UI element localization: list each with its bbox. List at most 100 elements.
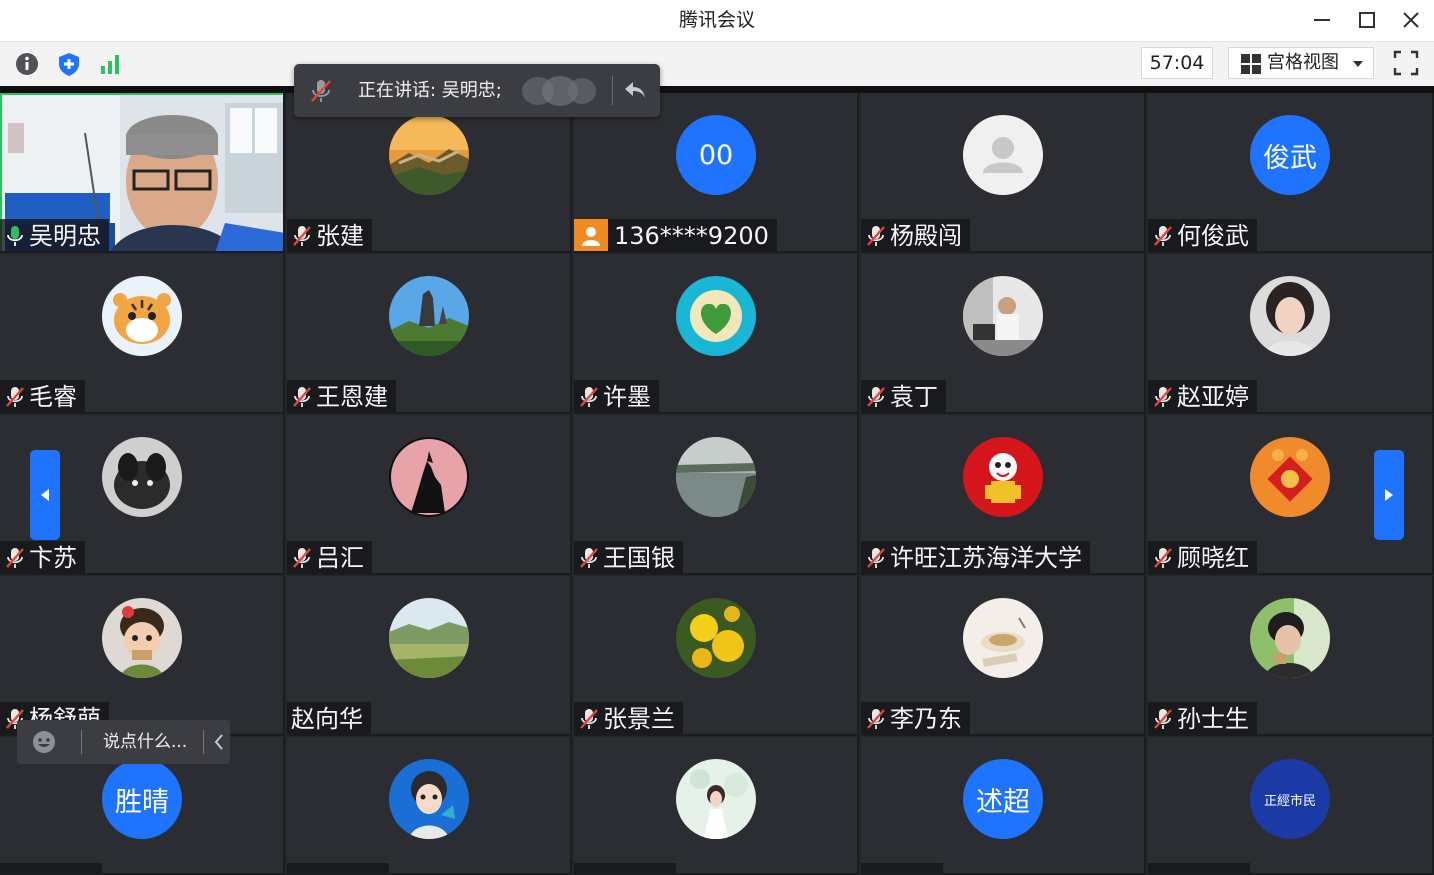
participant-name: 赵向华	[291, 705, 363, 733]
participant-tile[interactable]: 00 136****9200	[574, 93, 859, 253]
participant-tile[interactable]: 许旺江苏海洋大学	[861, 415, 1146, 575]
speaking-label: 正在讲话: 吴明忠;	[358, 80, 502, 101]
avatar-cartoon-red	[963, 437, 1043, 517]
participant-name: 张景兰	[603, 705, 675, 733]
participant-name: 赵亚婷	[1177, 383, 1249, 411]
avatar-river	[676, 437, 756, 517]
participant-tile[interactable]: 赵向华	[287, 576, 572, 736]
shield-icon	[59, 53, 79, 76]
participant-namebar: 卞苏	[0, 541, 85, 573]
security-button[interactable]	[55, 51, 83, 77]
participant-name: 王国银	[603, 544, 675, 572]
fullscreen-button[interactable]	[1390, 47, 1422, 79]
signal-bars-icon	[101, 55, 119, 74]
mic-muted-icon	[4, 546, 26, 570]
participant-name: 吴明忠	[29, 222, 101, 250]
participant-name: 杨殿闯	[890, 222, 962, 250]
participant-tile[interactable]: 孙士生	[1148, 576, 1434, 736]
avatar-fu-tiger	[1250, 437, 1330, 517]
avatar-woman-portrait	[1250, 276, 1330, 356]
blurred-names	[522, 76, 596, 106]
mic-muted-icon	[1152, 224, 1174, 248]
participant-tile[interactable]: 袁丁	[861, 254, 1146, 414]
participant-namebar: 孙士生	[1148, 702, 1257, 734]
participant-tile[interactable]: 王国银	[574, 415, 859, 575]
mic-muted-icon	[1152, 385, 1174, 409]
participant-tile[interactable]	[574, 737, 859, 875]
participant-tile[interactable]: 毛睿	[0, 254, 285, 414]
network-status-button[interactable]	[97, 51, 125, 77]
participant-tile[interactable]: 许墨	[574, 254, 859, 414]
participant-tile[interactable]: 杨殿闯	[861, 93, 1146, 253]
avatar-grassland	[389, 598, 469, 678]
mic-muted-icon	[865, 546, 887, 570]
chat-placeholder[interactable]: 说点什么...	[103, 720, 187, 764]
participant-name: 毛睿	[29, 383, 77, 411]
participant-tile[interactable]: 赵亚婷	[1148, 254, 1434, 414]
participant-tile[interactable]: 俊武 何俊武	[1148, 93, 1434, 253]
avatar-man-at-desk	[963, 276, 1043, 356]
avatar-text: 胜晴	[102, 759, 182, 839]
chevron-left-icon	[41, 489, 49, 501]
collapse-button[interactable]	[622, 78, 648, 107]
participant-namebar	[861, 863, 943, 873]
emoji-button[interactable]	[31, 729, 57, 760]
participant-name: 136****9200	[614, 222, 769, 250]
participant-name: 李乃东	[890, 705, 962, 733]
participant-namebar: 何俊武	[1148, 219, 1257, 251]
divider	[612, 76, 613, 105]
avatar-default-person	[963, 115, 1043, 195]
smiley-icon	[33, 731, 55, 753]
participant-tile[interactable]: 杨舒萌	[0, 576, 285, 736]
divider	[203, 730, 204, 754]
participant-namebar: 杨殿闯	[861, 219, 970, 251]
participant-tile[interactable]: 李乃东	[861, 576, 1146, 736]
participant-tile[interactable]: 张景兰	[574, 576, 859, 736]
mic-muted-icon	[4, 385, 26, 409]
next-page-button[interactable]	[1374, 450, 1404, 540]
view-mode-label: 宫格视图	[1267, 52, 1339, 73]
avatar-mountain	[389, 276, 469, 356]
participant-tile[interactable]	[287, 737, 572, 875]
participant-tile[interactable]: 正經市民	[1148, 737, 1434, 875]
participant-namebar: 王恩建	[287, 380, 396, 412]
maximize-button[interactable]	[1352, 6, 1382, 34]
participant-tile[interactable]: 述超	[861, 737, 1146, 875]
previous-page-button[interactable]	[30, 450, 60, 540]
participant-namebar: 王国银	[574, 541, 683, 573]
participant-namebar: 136****9200	[574, 219, 777, 251]
participant-tile[interactable]: 吴明忠	[0, 93, 285, 253]
meeting-timer: 57:04	[1141, 47, 1213, 79]
participant-namebar: 张建	[287, 219, 372, 251]
minimize-button[interactable]	[1307, 6, 1337, 34]
speaking-indicator: 正在讲话: 吴明忠;	[294, 64, 660, 117]
participant-namebar: 许旺江苏海洋大学	[861, 541, 1090, 573]
avatar-cartoon-girl	[102, 598, 182, 678]
phone-user-icon	[574, 219, 608, 251]
mic-muted-icon	[865, 224, 887, 248]
mic-muted-icon	[1152, 707, 1174, 731]
mic-muted-icon[interactable]	[308, 78, 334, 109]
info-button[interactable]	[13, 51, 41, 77]
participant-namebar: 顾晓红	[1148, 541, 1257, 573]
participant-name: 顾晓红	[1177, 544, 1249, 572]
participant-tile[interactable]: 吕汇	[287, 415, 572, 575]
participant-name: 何俊武	[1177, 222, 1249, 250]
participant-namebar: 许墨	[574, 380, 659, 412]
grid-view-icon	[1241, 54, 1261, 74]
participant-namebar: 李乃东	[861, 702, 970, 734]
window-title: 腾讯会议	[678, 9, 755, 31]
participant-tile[interactable]: 王恩建	[287, 254, 572, 414]
avatar-girl-white	[676, 759, 756, 839]
close-button[interactable]	[1396, 6, 1426, 34]
view-mode-dropdown[interactable]: 宫格视图	[1228, 47, 1374, 79]
participant-namebar: 毛睿	[0, 380, 85, 412]
avatar-text: 00	[676, 115, 756, 195]
mic-muted-icon	[1152, 546, 1174, 570]
avatar-text: 述超	[963, 759, 1043, 839]
participant-tile[interactable]: 张建	[287, 93, 572, 253]
close-icon	[1403, 12, 1419, 28]
chat-input-bar[interactable]: 说点什么...	[17, 720, 230, 764]
collapse-chat-button[interactable]	[213, 733, 225, 756]
avatar-island	[676, 276, 756, 356]
